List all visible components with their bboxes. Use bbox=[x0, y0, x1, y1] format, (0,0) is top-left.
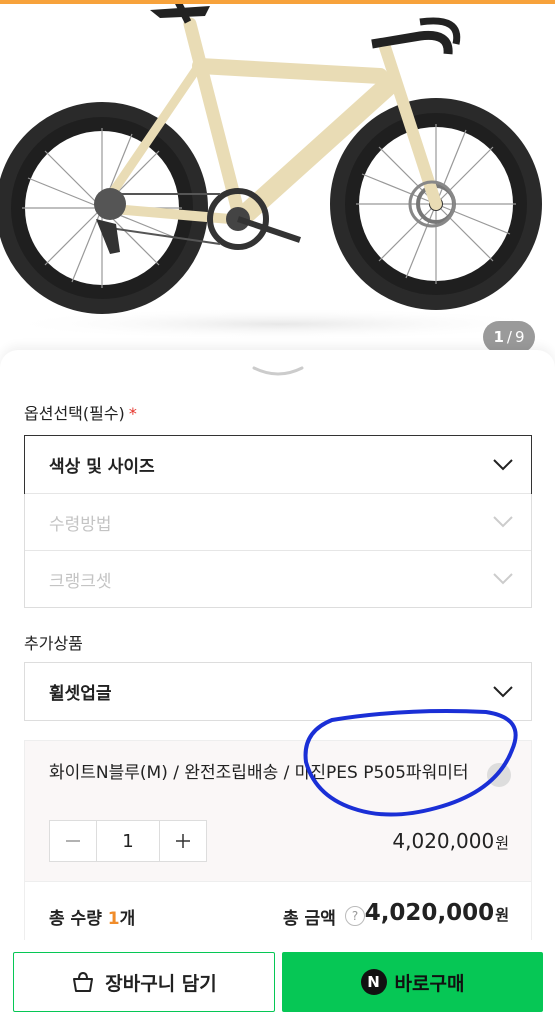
order-summary: 총 수량 1개 총 금액 ? 4,020,000원 bbox=[24, 882, 532, 942]
chevron-down-icon bbox=[493, 685, 513, 697]
select-color-size[interactable]: 색상 및 사이즈 bbox=[24, 435, 532, 494]
image-counter: 1 / 9 bbox=[483, 321, 535, 350]
shopping-bag-icon bbox=[73, 971, 94, 992]
collapse-handle-icon[interactable] bbox=[252, 364, 304, 380]
buy-now-label: 바로구매 bbox=[394, 972, 465, 995]
addon-select-group: 휠셋업글 bbox=[24, 662, 532, 721]
total-price-value: 4,020,000 bbox=[364, 900, 495, 926]
select-color-size-label: 색상 및 사이즈 bbox=[49, 457, 155, 477]
required-mark: * bbox=[128, 404, 137, 423]
image-counter-total: 9 bbox=[514, 328, 525, 346]
decrease-quantity-button[interactable] bbox=[50, 821, 96, 861]
plus-icon bbox=[176, 834, 190, 848]
quantity-stepper: 1 bbox=[49, 820, 207, 862]
chevron-down-icon bbox=[493, 516, 513, 528]
total-price-currency: 원 bbox=[495, 906, 509, 924]
total-quantity: 총 수량 1개 bbox=[49, 904, 135, 929]
image-counter-separator: / bbox=[506, 328, 512, 346]
product-image[interactable]: 1 / 9 bbox=[0, 4, 555, 350]
options-label-text: 옵션선택(필수) bbox=[24, 404, 125, 423]
total-quantity-value: 1 bbox=[107, 909, 120, 929]
total-quantity-unit: 개 bbox=[119, 909, 136, 929]
select-delivery-method[interactable]: 수령방법 bbox=[25, 493, 531, 550]
chevron-down-icon bbox=[493, 573, 513, 585]
select-crankset-label: 크랭크셋 bbox=[49, 571, 112, 592]
total-quantity-label: 총 수량 bbox=[49, 909, 108, 929]
total-price: 4,020,000원 bbox=[365, 900, 509, 926]
addons-label: 추가상품 bbox=[24, 634, 83, 653]
bottom-action-bar: 장바구니 담기 N 바로구매 bbox=[0, 940, 555, 1024]
naver-pay-icon: N bbox=[360, 969, 387, 995]
selected-item-title: 화이트N블루(M) / 완전조립배송 / 마진PES P505파워미터 bbox=[49, 763, 469, 783]
buy-now-button[interactable]: N 바로구매 bbox=[282, 952, 543, 1012]
selected-item-currency: 원 bbox=[495, 834, 509, 852]
add-to-cart-label: 장바구니 담기 bbox=[105, 972, 217, 995]
image-counter-current: 1 bbox=[493, 328, 504, 346]
select-wheelset-upgrade[interactable]: 휠셋업글 bbox=[25, 663, 531, 720]
options-label: 옵션선택(필수) * bbox=[24, 400, 137, 424]
select-wheelset-upgrade-label: 휠셋업글 bbox=[49, 684, 112, 704]
minus-icon bbox=[66, 840, 80, 842]
remove-item-button[interactable] bbox=[487, 763, 511, 787]
selected-item-price: 4,020,000원 bbox=[392, 829, 509, 853]
select-delivery-method-label: 수령방법 bbox=[49, 514, 112, 535]
total-price-label: 총 금액 bbox=[283, 909, 336, 929]
chevron-down-icon bbox=[493, 458, 513, 470]
selected-item-price-value: 4,020,000 bbox=[392, 829, 495, 853]
add-to-cart-button[interactable]: 장바구니 담기 bbox=[13, 952, 275, 1012]
selected-item-card: 화이트N블루(M) / 완전조립배송 / 마진PES P505파워미터 1 4,… bbox=[24, 740, 532, 882]
select-crankset[interactable]: 크랭크셋 bbox=[25, 550, 531, 607]
bicycle-image bbox=[0, 4, 555, 340]
quantity-value[interactable]: 1 bbox=[96, 821, 160, 861]
help-icon[interactable]: ? bbox=[345, 906, 365, 926]
increase-quantity-button[interactable] bbox=[160, 821, 206, 861]
option-select-group: 색상 및 사이즈 수령방법 크랭크셋 bbox=[24, 435, 532, 608]
